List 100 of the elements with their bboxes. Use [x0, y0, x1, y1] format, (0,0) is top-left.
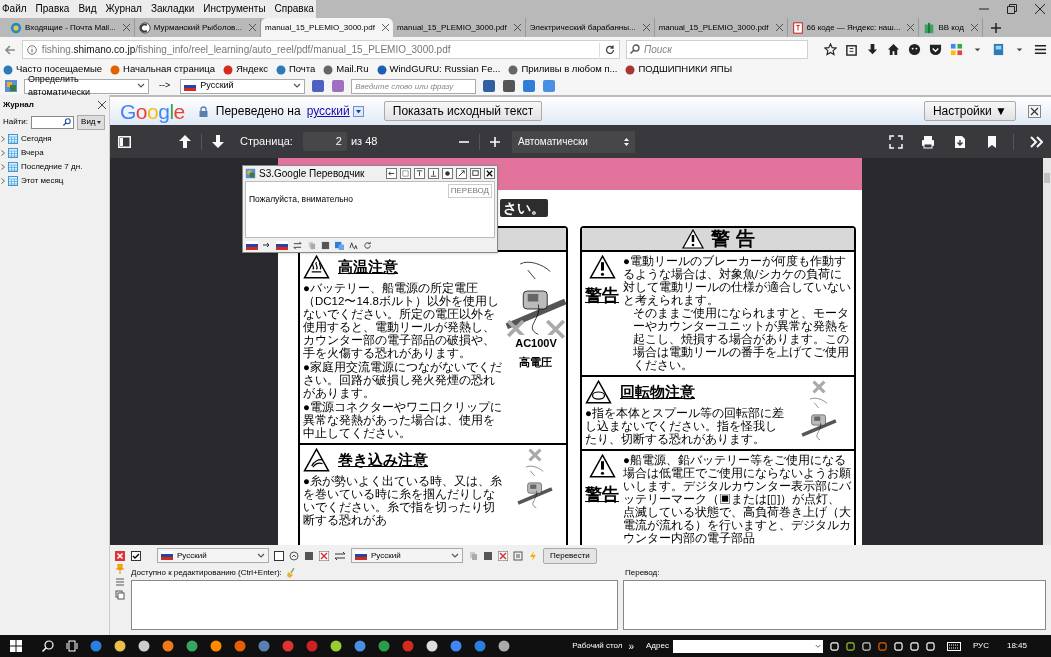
print-icon[interactable] [921, 134, 935, 149]
fullscreen-icon[interactable] [889, 134, 903, 149]
popup-tool-button[interactable] [414, 168, 425, 179]
zoom-in-icon[interactable] [490, 136, 500, 147]
swap-icon[interactable] [334, 550, 346, 561]
double-chevron-icon[interactable] [1030, 135, 1043, 148]
settings-button[interactable]: Настройки ▼ [923, 101, 1016, 121]
translate-icon[interactable] [335, 240, 344, 250]
sidebar-toggle-icon[interactable] [118, 135, 131, 148]
bookmark-link[interactable]: ПОДШИПНИКИ ЯПЫ [625, 62, 733, 77]
tool-icon[interactable] [502, 79, 517, 93]
tab[interactable]: manual_15_PLEMIO_3000.pdf [261, 18, 393, 37]
show-original-button[interactable]: Показать исходный текст [383, 101, 543, 121]
find-field[interactable] [31, 115, 75, 129]
close-icon[interactable] [98, 101, 106, 109]
history-group[interactable]: Этот месяц [0, 174, 109, 188]
app-icon[interactable] [162, 640, 174, 652]
keyboard-icon[interactable] [946, 641, 961, 651]
popup-tool-button[interactable] [442, 168, 453, 179]
smiley-icon[interactable] [908, 43, 921, 56]
clear-text-icon[interactable] [319, 550, 329, 561]
bookmark-icon[interactable] [985, 134, 999, 149]
bookmark-link[interactable]: Часто посещаемые [3, 62, 103, 77]
checkbox[interactable] [131, 550, 141, 561]
app-icon[interactable] [186, 640, 198, 652]
phrase-field[interactable]: Введите слово или фразу [351, 78, 477, 94]
translation-text-field[interactable] [623, 580, 1046, 630]
menu-item[interactable]: Правка [35, 4, 70, 14]
taskbar-address-field[interactable] [672, 639, 823, 653]
bookmark-link[interactable]: WindGURU: Russian Fe... [376, 62, 501, 77]
view-button[interactable]: Вид [77, 114, 105, 130]
menu-item[interactable]: Закладки [150, 4, 195, 14]
document-icon[interactable] [513, 550, 523, 561]
dropdown-icon[interactable] [352, 105, 364, 117]
up-arrow-icon[interactable] [179, 135, 191, 148]
menu-item[interactable]: Журнал [105, 4, 142, 14]
grid-icon[interactable] [950, 43, 963, 56]
menu-icon[interactable] [1034, 43, 1047, 56]
popup-tool-button[interactable] [428, 168, 439, 179]
history-group[interactable]: Последние 7 дн. [0, 160, 109, 174]
close-icon[interactable] [1035, 4, 1045, 14]
scrollbar[interactable] [1043, 158, 1051, 545]
app-icon[interactable] [138, 640, 150, 652]
bookmark-link[interactable]: Начальная страница [110, 62, 215, 77]
new-tab-icon[interactable] [990, 23, 1001, 33]
history-group[interactable]: Сегодня [0, 132, 109, 146]
font-icon[interactable] [349, 240, 358, 250]
clear-icon[interactable] [289, 550, 299, 561]
app-icon[interactable] [210, 640, 222, 652]
popup-tool-button[interactable] [470, 168, 481, 179]
restore-icon[interactable] [1007, 4, 1017, 14]
menu-item[interactable]: Файл [2, 4, 27, 14]
windows-logo-icon[interactable] [10, 640, 22, 652]
app-icon[interactable] [498, 640, 510, 652]
bookmark-link[interactable]: Почта [275, 62, 316, 77]
clock[interactable]: 18:45 [1006, 640, 1027, 652]
download-icon[interactable] [953, 134, 967, 149]
star-icon[interactable] [824, 43, 837, 56]
checkbox[interactable] [274, 550, 284, 561]
language-select[interactable]: Определить автоматически [24, 78, 149, 94]
history-group[interactable]: Вчера [0, 146, 109, 160]
popup-tool-button[interactable] [456, 168, 467, 179]
menu-item[interactable]: Справка [274, 4, 314, 14]
app-icon[interactable] [330, 640, 342, 652]
search-icon[interactable] [42, 640, 54, 652]
source-text-field[interactable] [131, 580, 618, 630]
language-indicator[interactable]: РУС [972, 640, 989, 652]
app-icon[interactable] [426, 640, 438, 652]
language-select[interactable]: Русский [180, 78, 306, 94]
language-link[interactable]: русский [306, 102, 350, 120]
clipboard-icon[interactable] [845, 43, 858, 56]
tool-icon[interactable] [522, 79, 537, 93]
tool-icon[interactable] [542, 79, 557, 93]
app-icon[interactable] [114, 640, 126, 652]
language-select[interactable]: Русский [157, 548, 269, 563]
page-number-field[interactable]: 2 [302, 132, 347, 151]
bookmark-link[interactable]: Mail.Ru [323, 62, 369, 77]
zoom-select[interactable]: Автоматически [512, 130, 635, 153]
bookmark-link[interactable]: Приливы в любом п... [508, 62, 618, 77]
taskbar-toolbar-label[interactable]: Рабочий стол [572, 640, 623, 652]
tool-icon[interactable] [482, 79, 497, 93]
task-view-icon[interactable] [66, 640, 78, 652]
reload-icon[interactable] [605, 44, 615, 55]
copy-icon[interactable] [115, 590, 125, 600]
book-icon[interactable] [992, 43, 1005, 56]
language-select[interactable]: Русский [351, 548, 463, 563]
home-icon[interactable] [887, 43, 900, 56]
address-field[interactable]: fishing.shimano.co.jp/fishing_info/reel_learning/auto_reel/pdf/manual_15_PLEMIO_3000.pdf [21, 40, 620, 59]
menu-item[interactable]: Вид [78, 4, 97, 14]
app-icon[interactable] [354, 640, 366, 652]
down-arrow-icon[interactable] [212, 135, 224, 148]
bookmark-link[interactable]: Яндекс [222, 62, 268, 77]
translator-logo-icon[interactable] [4, 79, 18, 93]
clear-text-icon[interactable] [498, 550, 508, 561]
download-icon[interactable] [866, 43, 879, 56]
refresh-icon[interactable] [363, 240, 372, 250]
swap-icon[interactable] [293, 240, 302, 250]
popup-tool-button[interactable] [386, 168, 397, 179]
translate-button[interactable]: Перевести [543, 547, 597, 564]
pocket-icon[interactable] [929, 43, 942, 56]
